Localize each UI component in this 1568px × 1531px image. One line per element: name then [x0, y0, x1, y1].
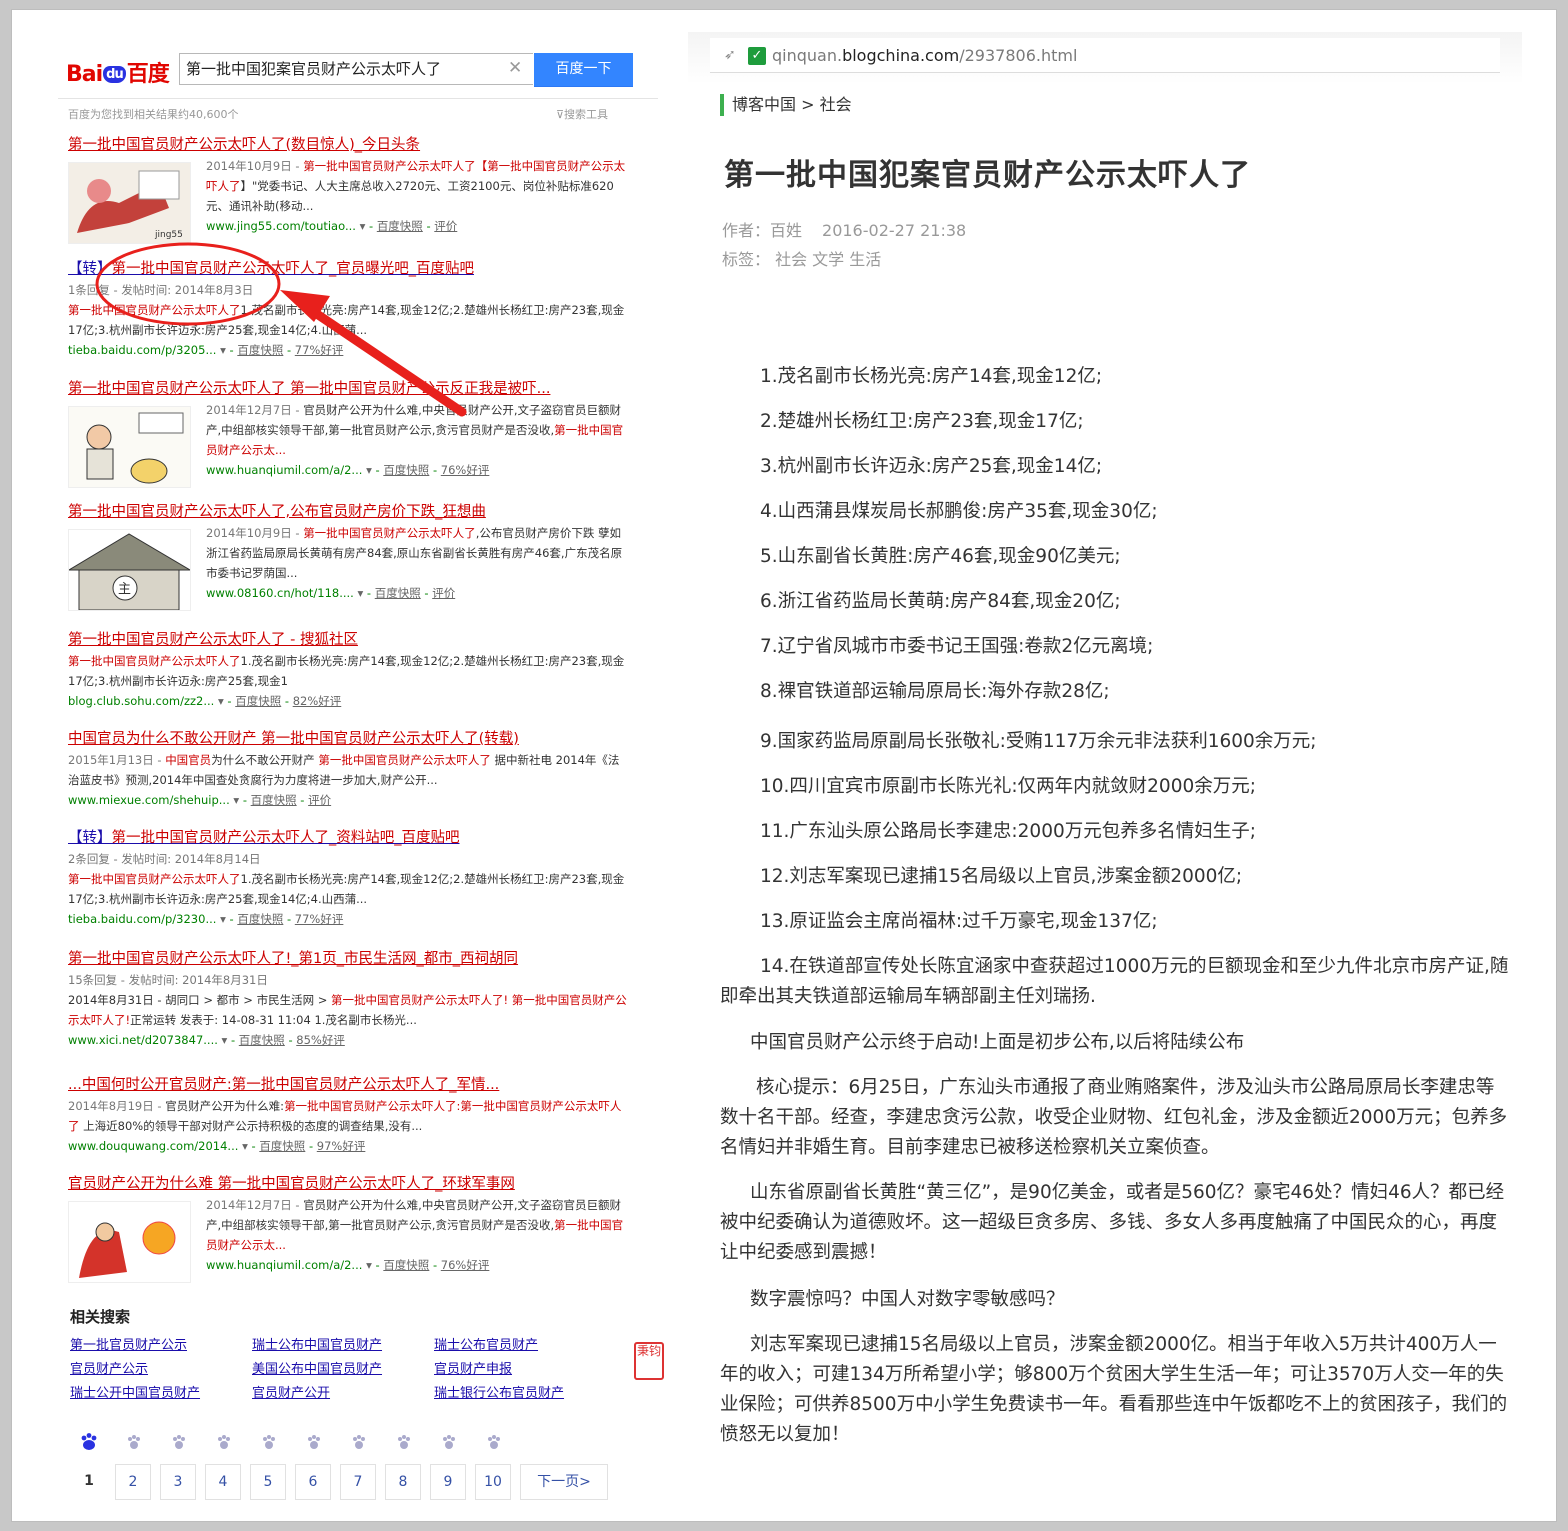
- article-paragraph: 8.裸官铁道部运输局原局长:海外存款28亿;: [760, 681, 1110, 702]
- article-paragraph: 13.原证监会主席尚福林:过千万豪宅,现金137亿;: [760, 911, 1158, 932]
- article-title: 第一批中国犯案官员财产公示太吓人了: [724, 158, 1251, 193]
- article-paragraph: 5.山东副省长黄胜:房产46套,现金90亿美元;: [760, 546, 1121, 567]
- article-paragraph: 4.山西蒲县煤炭局长郝鹏俊:房产35套,现金30亿;: [760, 501, 1158, 522]
- annotation-circle: [95, 242, 281, 326]
- article-paragraph: 12.刘志军案现已逮捕15名局级以上官员,涉案金额2000亿;: [760, 866, 1243, 887]
- article-paragraph: 中国官员财产公示终于启动!上面是初步公布,以后将陆续公布: [750, 1032, 1245, 1053]
- article-paragraph: 11.广东汕头原公路局长李建忠:2000万元包养多名情妇生子;: [760, 821, 1256, 842]
- url-text: qinquan.blogchina.com/2937806.html: [772, 46, 1078, 65]
- address-bar[interactable]: ➶ ✓ qinquan.blogchina.com/2937806.html: [710, 38, 1500, 73]
- rocket-icon[interactable]: ➶: [724, 47, 742, 65]
- article-paragraph: 山东省原副省长黄胜“黄三亿”，是90亿美金，或者是560亿？豪宅46处？情妇46…: [720, 1182, 1505, 1263]
- article-paragraph: 刘志军案现已逮捕15名局级以上官员，涉案金额2000亿。相当于年收入5万共计40…: [720, 1334, 1508, 1445]
- article-paragraph: 2.楚雄州长杨红卫:房产23套,现金17亿;: [760, 411, 1084, 432]
- screenshot-frame: Bai du 百度 第一批中国犯案官员财产公示太吓人了 ✕ 百度一下 百度为您找到相…: [12, 10, 1556, 1521]
- article-author: 作者：百姓: [722, 221, 803, 240]
- article-paragraph: 14.在铁道部宣传处长陈宜涵家中查获超过1000万元的巨额现金和至少九件北京市房…: [720, 956, 1509, 1007]
- article-paragraph: 10.四川宜宾市原副市长陈光礼:仅两年内就敛财2000余万元;: [760, 776, 1256, 797]
- article-meta: 作者：百姓 2016-02-27 21:38 标签： 社会 文学 生活: [722, 216, 986, 274]
- article-tags: 标签： 社会 文学 生活: [722, 250, 882, 269]
- annotation-overlay: [95, 242, 467, 417]
- article-paragraph: 1.茂名副市长杨光亮:房产14套,现金12亿;: [760, 366, 1103, 387]
- article-paragraph: 3.杭州副市长许迈永:房产25套,现金14亿;: [760, 456, 1103, 477]
- article-paragraph: 6.浙江省药监局长黄萌:房产84套,现金20亿;: [760, 591, 1121, 612]
- article-date: 2016-02-27 21:38: [822, 221, 967, 240]
- breadcrumb[interactable]: 博客中国 > 社会: [720, 94, 852, 116]
- article-paragraph: 核心提示：6月25日，广东汕头市通报了商业贿赂案件，涉及汕头市公路局原局长李建忠…: [720, 1077, 1508, 1158]
- article-paragraph: 7.辽宁省凤城市市委书记王国强:卷款2亿元离境;: [760, 636, 1154, 657]
- blog-article-panel: ➶ ✓ qinquan.blogchina.com/2937806.html 博…: [688, 32, 1522, 1502]
- article-paragraph: 9.国家药监局原副局长张敬礼:受贿117万余元非法获利1600余万元;: [760, 731, 1317, 752]
- secure-check-icon: ✓: [748, 47, 766, 65]
- baidu-results-panel: Bai du 百度 第一批中国犯案官员财产公示太吓人了 ✕ 百度一下 百度为您找到相…: [58, 32, 664, 1512]
- annotation-arrow: [303, 303, 467, 417]
- article-paragraph: 数字震惊吗？中国人对数字零敏感吗？: [750, 1289, 1065, 1310]
